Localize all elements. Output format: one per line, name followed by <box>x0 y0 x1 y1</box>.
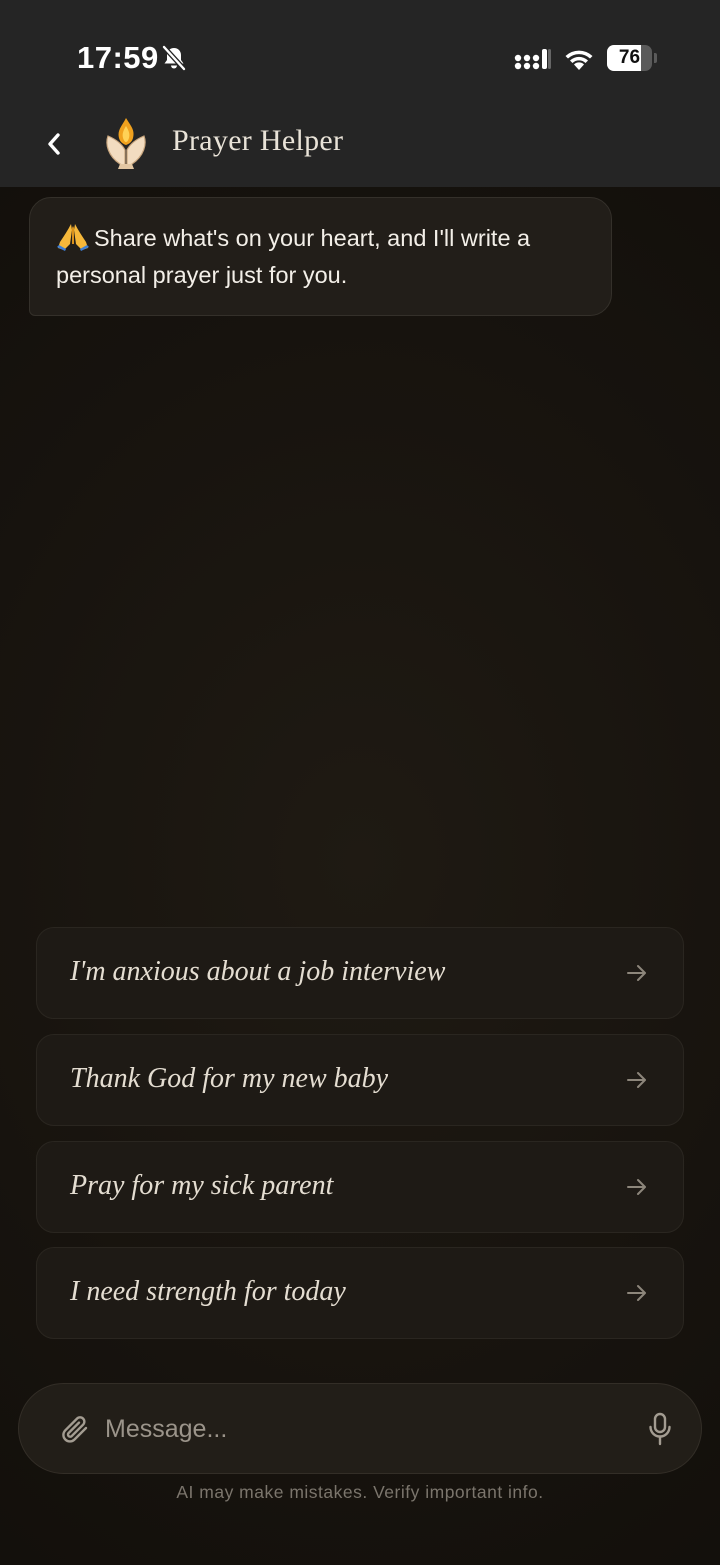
folded-hands-emoji <box>57 224 89 251</box>
suggestion-label: Thank God for my new baby <box>70 1063 389 1094</box>
message-composer <box>18 1383 702 1474</box>
battery-level: 76 <box>618 47 641 68</box>
chat-header: Prayer Helper <box>0 110 720 187</box>
ai-disclaimer: AI may make mistakes. Verify important i… <box>176 1482 544 1502</box>
assistant-greeting-bubble: Share what's on your heart, and I'll wri… <box>29 197 612 316</box>
arrow-right-icon <box>627 965 646 981</box>
app-title: Prayer Helper <box>172 124 344 157</box>
status-time: 17:59 <box>77 40 159 75</box>
arrow-right-icon <box>627 1285 646 1301</box>
suggestion-chip[interactable]: I need strength for today <box>36 1247 684 1339</box>
arrow-right-icon <box>627 1179 646 1195</box>
battery-icon: 76 <box>607 45 657 71</box>
microphone-icon[interactable] <box>647 1412 673 1446</box>
back-button[interactable] <box>38 126 70 162</box>
paperclip-icon[interactable] <box>59 1414 91 1446</box>
chevron-left-icon <box>48 133 60 155</box>
greeting-text: Share what's on your heart, and I'll wri… <box>56 225 531 288</box>
message-input[interactable] <box>105 1406 625 1452</box>
arrow-right-icon <box>627 1072 646 1088</box>
bell-slash-icon <box>162 45 186 71</box>
praying-hands-flame-icon <box>106 118 146 169</box>
status-bar: 17:59 76 <box>0 0 720 110</box>
suggestion-label: Pray for my sick parent <box>70 1170 334 1201</box>
chat-screen: 17:59 76 Prayer Helper Share what's on y… <box>0 0 720 1565</box>
cellular-signal-icon <box>514 49 551 70</box>
wifi-icon <box>565 50 593 70</box>
suggestion-chip[interactable]: Pray for my sick parent <box>36 1141 684 1233</box>
suggestion-chip[interactable]: Thank God for my new baby <box>36 1034 684 1126</box>
suggestion-label: I need strength for today <box>70 1276 346 1307</box>
suggestion-label: I'm anxious about a job interview <box>70 956 446 987</box>
suggestion-chip[interactable]: I'm anxious about a job interview <box>36 927 684 1019</box>
